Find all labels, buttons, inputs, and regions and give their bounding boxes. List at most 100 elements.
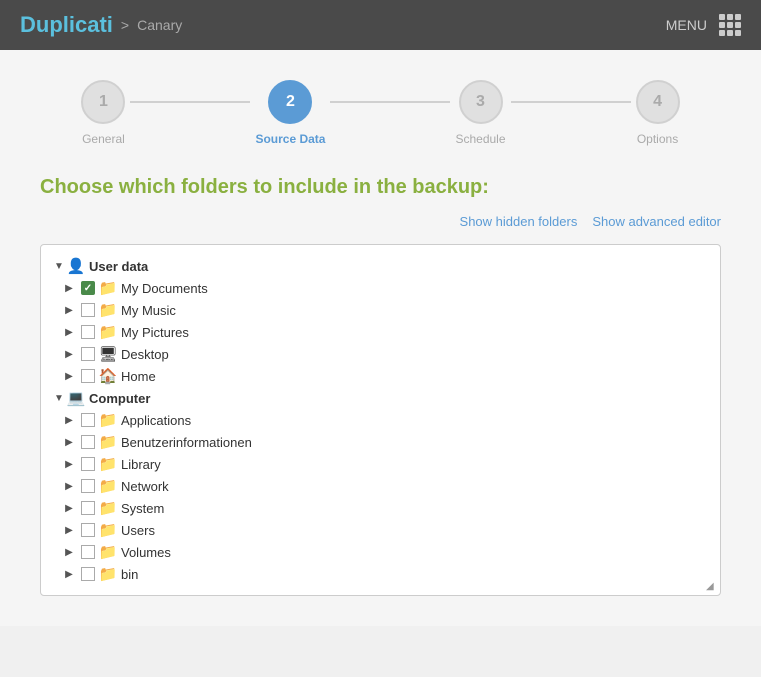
label-my-pictures[interactable]: My Pictures	[121, 325, 189, 340]
checkbox-my-pictures[interactable]	[81, 325, 95, 339]
label-bin[interactable]: bin	[121, 567, 138, 582]
toggle-home[interactable]	[61, 368, 77, 384]
icon-my-music: 📁	[99, 301, 117, 319]
resize-handle[interactable]: ◢	[706, 581, 718, 593]
label-volumes[interactable]: Volumes	[121, 545, 171, 560]
main-content: 1 General 2 Source Data 3 Schedule	[0, 50, 761, 626]
tree-node-computer: 💻 Computer	[51, 387, 710, 409]
app-subtitle: Canary	[137, 17, 182, 33]
label-system[interactable]: System	[121, 501, 164, 516]
checkbox-network[interactable]	[81, 479, 95, 493]
icon-desktop: 🖥	[99, 345, 117, 363]
icon-user-data: 👤	[67, 257, 85, 275]
label-network[interactable]: Network	[121, 479, 169, 494]
toggle-desktop[interactable]	[61, 346, 77, 362]
label-library[interactable]: Library	[121, 457, 161, 472]
label-applications[interactable]: Applications	[121, 413, 191, 428]
label-my-music[interactable]: My Music	[121, 303, 176, 318]
toggle-user-data[interactable]	[51, 258, 67, 274]
toggle-system[interactable]	[61, 500, 77, 516]
step-options-circle: 4	[636, 80, 680, 124]
toggle-bin[interactable]	[61, 566, 77, 582]
icon-applications: 📁	[99, 411, 117, 429]
tree-node-benutzerinformationen: 📁 Benutzerinformationen	[51, 431, 710, 453]
label-user-data[interactable]: User data	[89, 259, 148, 274]
step-source-number: 2	[286, 93, 295, 111]
step-schedule-container: 3 Schedule	[455, 80, 505, 146]
tree-node-system: 📁 System	[51, 497, 710, 519]
icon-network: 📁	[99, 477, 117, 495]
checkbox-system[interactable]	[81, 501, 95, 515]
checkbox-bin[interactable]	[81, 567, 95, 581]
grid-dot	[719, 22, 725, 28]
toggle-my-documents[interactable]	[61, 280, 77, 296]
checkbox-volumes[interactable]	[81, 545, 95, 559]
step-line-2-3	[330, 101, 450, 103]
tree-node-bin: 📁 bin	[51, 563, 710, 585]
grid-dot	[735, 30, 741, 36]
toggle-network[interactable]	[61, 478, 77, 494]
label-benutzerinformationen[interactable]: Benutzerinformationen	[121, 435, 252, 450]
step-line-1-2	[130, 101, 250, 103]
checkbox-applications[interactable]	[81, 413, 95, 427]
icon-computer: 💻	[67, 389, 85, 407]
label-computer[interactable]: Computer	[89, 391, 150, 406]
tree-node-user-data: 👤 User data	[51, 255, 710, 277]
step-options-label: Options	[637, 132, 678, 146]
tree-node-library: 📁 Library	[51, 453, 710, 475]
toggle-computer[interactable]	[51, 390, 67, 406]
checkbox-home[interactable]	[81, 369, 95, 383]
step-general-label: General	[82, 132, 125, 146]
show-hidden-folders-link[interactable]: Show hidden folders	[460, 214, 578, 229]
tree-node-users: 📁 Users	[51, 519, 710, 541]
toggle-benutzerinformationen[interactable]	[61, 434, 77, 450]
file-tree-container[interactable]: 👤 User data ✓ 📁 My Documents 📁 My Music …	[40, 244, 721, 596]
step-source-label: Source Data	[255, 132, 325, 146]
show-advanced-editor-link[interactable]: Show advanced editor	[592, 214, 721, 229]
icon-home: 🏠	[99, 367, 117, 385]
icon-library: 📁	[99, 455, 117, 473]
label-desktop[interactable]: Desktop	[121, 347, 169, 362]
checkbox-users[interactable]	[81, 523, 95, 537]
step-line-3-4	[511, 101, 631, 103]
header-separator: >	[121, 17, 129, 33]
label-users[interactable]: Users	[121, 523, 155, 538]
step-general-container: 1 General	[81, 80, 125, 146]
toggle-applications[interactable]	[61, 412, 77, 428]
toggle-my-music[interactable]	[61, 302, 77, 318]
checkbox-benutzerinformationen[interactable]	[81, 435, 95, 449]
toggle-my-pictures[interactable]	[61, 324, 77, 340]
step-general-circle: 1	[81, 80, 125, 124]
icon-users: 📁	[99, 521, 117, 539]
step-options: 4 Options	[636, 80, 680, 146]
grid-dot	[719, 14, 725, 20]
tree-node-desktop: 🖥 Desktop	[51, 343, 710, 365]
checkbox-my-documents[interactable]: ✓	[81, 281, 95, 295]
checkbox-desktop[interactable]	[81, 347, 95, 361]
links-row: Show hidden folders Show advanced editor	[40, 214, 721, 229]
wizard-steps: 1 General 2 Source Data 3 Schedule	[40, 80, 721, 146]
grid-menu-icon[interactable]	[719, 14, 741, 36]
label-home[interactable]: Home	[121, 369, 156, 384]
step-general: 1 General	[81, 80, 125, 146]
grid-dot	[727, 14, 733, 20]
grid-dot	[735, 14, 741, 20]
toggle-volumes[interactable]	[61, 544, 77, 560]
step-schedule-circle: 3	[459, 80, 503, 124]
icon-my-pictures: 📁	[99, 323, 117, 341]
page-title: Choose which folders to include in the b…	[40, 176, 721, 199]
toggle-users[interactable]	[61, 522, 77, 538]
checkbox-my-music[interactable]	[81, 303, 95, 317]
grid-dot	[735, 22, 741, 28]
icon-volumes: 📁	[99, 543, 117, 561]
tree-node-my-pictures: 📁 My Pictures	[51, 321, 710, 343]
toggle-library[interactable]	[61, 456, 77, 472]
label-my-documents[interactable]: My Documents	[121, 281, 208, 296]
step-schedule-number: 3	[476, 93, 485, 111]
checkbox-library[interactable]	[81, 457, 95, 471]
app-title: Duplicati	[20, 12, 113, 38]
header-left: Duplicati > Canary	[20, 12, 182, 38]
step-general-number: 1	[99, 93, 108, 111]
header-right: MENU	[666, 14, 741, 36]
menu-label[interactable]: MENU	[666, 17, 707, 33]
